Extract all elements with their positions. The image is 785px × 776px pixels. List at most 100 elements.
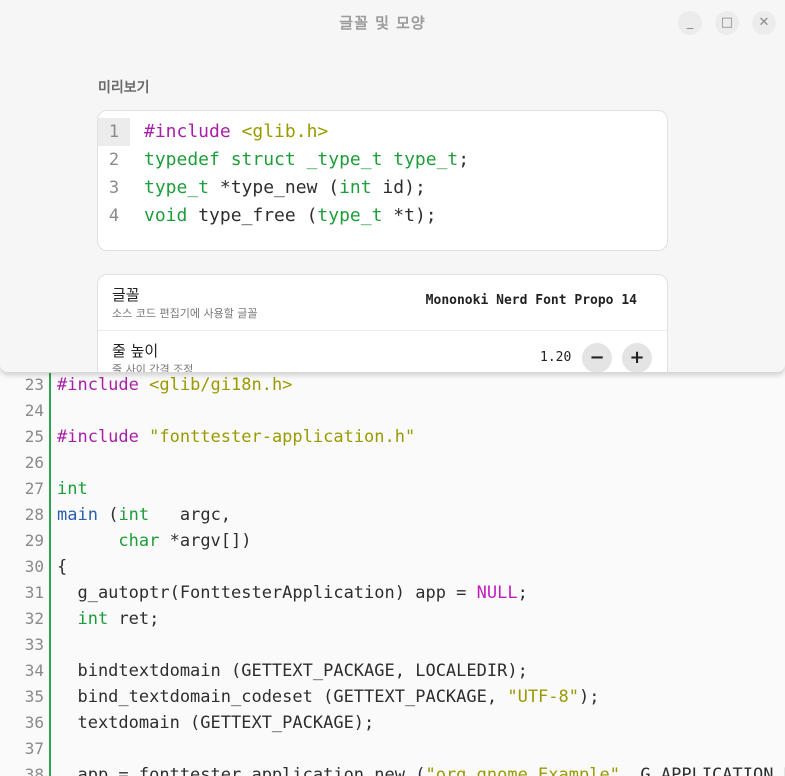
line-number: 37	[24, 739, 44, 758]
line-number: 32	[24, 609, 44, 628]
font-row-subtitle: 소스 코드 편집기에 사용할 글꼴	[112, 307, 258, 320]
code-token: argc,	[149, 505, 232, 525]
code-token: void	[144, 205, 188, 226]
line-number: 31	[24, 583, 44, 602]
code-token: textdomain (GETTEXT_PACKAGE);	[57, 713, 375, 733]
code-token: "UTF-8"	[507, 687, 579, 707]
code-token: <glib/gi18n.h>	[149, 375, 293, 395]
editor-line: 25 #include "fonttester-application.h"	[0, 427, 785, 453]
maximize-button[interactable]: □	[715, 11, 739, 35]
line-height-row-subtitle: 줄 사이 간격 조정	[112, 363, 194, 373]
preview-line: 2 typedef struct _type_t type_t;	[98, 146, 667, 174]
close-button[interactable]: ✕	[752, 11, 776, 35]
code-text: typedef struct _type_t type_t;	[144, 146, 469, 174]
line-number: 4	[108, 206, 120, 226]
code-token: ret;	[108, 609, 160, 629]
code-token: int	[339, 177, 372, 198]
code-token: ;	[517, 583, 528, 603]
editor-line: 32 int ret;	[0, 609, 785, 635]
line-number: 25	[24, 427, 44, 446]
code-token: #include	[57, 427, 150, 447]
code-token: NULL	[476, 583, 518, 603]
editor-line: 34 bindtextdomain (GETTEXT_PACKAGE, LOCA…	[0, 661, 785, 687]
line-height-row: 줄 높이 줄 사이 간격 조정 1.20 − +	[98, 330, 667, 373]
line-number: 29	[24, 531, 44, 550]
code-token: int	[57, 479, 88, 499]
code-text: g_autoptr(FonttesterApplication) app = N…	[57, 583, 528, 603]
code-text: int ret;	[57, 609, 159, 629]
line-height-increase-button[interactable]: +	[622, 343, 652, 372]
code-token: ;	[458, 149, 470, 170]
preview-line: 3 type_t *type_new (int id);	[98, 174, 667, 202]
preview-section-label: 미리보기	[98, 80, 150, 96]
code-token: typedef struct _type_t type_t	[144, 149, 459, 170]
code-token: <glib.h>	[241, 121, 329, 142]
code-token: "org.gnome.Example"	[425, 765, 620, 776]
close-icon: ✕	[758, 15, 770, 30]
font-appearance-dialog: 글꼴 및 모양 _ □ ✕ 미리보기 1 #include <glib.h> 2 ty…	[0, 0, 785, 373]
editor-line: 26	[0, 453, 785, 479]
editor-line: 35 bind_textdomain_codeset (GETTEXT_PACK…	[0, 687, 785, 713]
code-text: textdomain (GETTEXT_PACKAGE);	[57, 713, 374, 733]
code-token: (	[97, 505, 119, 525]
code-token: char	[118, 531, 160, 551]
line-height-decrease-button[interactable]: −	[582, 343, 612, 372]
minimize-icon: _	[686, 15, 694, 30]
editor-line: 29 char *argv[])	[0, 531, 785, 557]
code-token: #include	[57, 375, 150, 395]
code-token: *argv[])	[159, 531, 252, 551]
code-token: );	[579, 687, 600, 707]
line-number: 36	[24, 713, 44, 732]
plus-icon: +	[629, 347, 645, 368]
code-token: "fonttester-application.h"	[149, 427, 416, 447]
code-token: type_t	[144, 177, 210, 198]
code-text: bind_textdomain_codeset (GETTEXT_PACKAGE…	[57, 687, 599, 707]
editor-line: 36 textdomain (GETTEXT_PACKAGE);	[0, 713, 785, 739]
code-token: *type_new (	[209, 177, 340, 198]
code-token: #include	[144, 121, 242, 142]
line-number: 30	[24, 557, 44, 576]
font-row[interactable]: 글꼴 소스 코드 편집기에 사용할 글꼴 Mononoki Nerd Font …	[98, 275, 667, 329]
editor-line: 38 app = fonttester_application_new ("or…	[0, 765, 785, 776]
preview-box: 1 #include <glib.h> 2 typedef struct _type_…	[97, 110, 668, 251]
code-token: g_autoptr(FonttesterApplication) app =	[57, 583, 477, 603]
editor-line: 37	[0, 739, 785, 765]
line-number: 38	[24, 765, 44, 776]
code-token: type_t	[317, 205, 383, 226]
code-text: app = fonttester_application_new ("org.g…	[57, 765, 785, 776]
font-row-title: 글꼴	[112, 286, 140, 304]
code-text: #include "fonttester-application.h"	[57, 427, 415, 447]
editor-line: 27 int	[0, 479, 785, 505]
font-row-value: Mononoki Nerd Font Propo 14	[425, 293, 637, 308]
code-editor[interactable]: 23 #include <glib/gi18n.h> 24 25 #include "f…	[0, 372, 785, 776]
line-height-value[interactable]: 1.20	[540, 350, 571, 365]
code-text: int	[57, 479, 88, 499]
code-text: char *argv[])	[57, 531, 252, 551]
code-text: #include <glib.h>	[144, 118, 328, 146]
code-token: *t);	[382, 205, 437, 226]
code-text: type_t *type_new (int id);	[144, 174, 426, 202]
editor-line: 33	[0, 635, 785, 661]
code-text: main (int argc,	[57, 505, 231, 525]
line-number: 35	[24, 687, 44, 706]
code-text: void type_free (type_t *t);	[144, 202, 437, 230]
code-token: {	[57, 557, 68, 577]
editor-line: 30 {	[0, 557, 785, 583]
line-number: 2	[108, 150, 120, 170]
line-number: 24	[24, 401, 44, 420]
line-number: 28	[24, 505, 44, 524]
editor-line: 24	[0, 401, 785, 427]
line-number: 1	[98, 118, 130, 146]
preview-line: 1 #include <glib.h>	[98, 118, 667, 146]
line-number: 33	[24, 635, 44, 654]
editor-line: 31 g_autoptr(FonttesterApplication) app …	[0, 583, 785, 609]
code-token: , G_APPLICATION_DE	[619, 765, 785, 776]
settings-list: 글꼴 소스 코드 편집기에 사용할 글꼴 Mononoki Nerd Font …	[97, 274, 668, 373]
minimize-button[interactable]: _	[678, 11, 702, 35]
code-token: app = fonttester_application_new (	[57, 765, 426, 776]
code-token: type_free (	[187, 205, 318, 226]
code-token: int	[118, 505, 150, 525]
code-token: bindtextdomain (GETTEXT_PACKAGE, LOCALED…	[57, 661, 528, 681]
maximize-icon: □	[720, 15, 734, 30]
